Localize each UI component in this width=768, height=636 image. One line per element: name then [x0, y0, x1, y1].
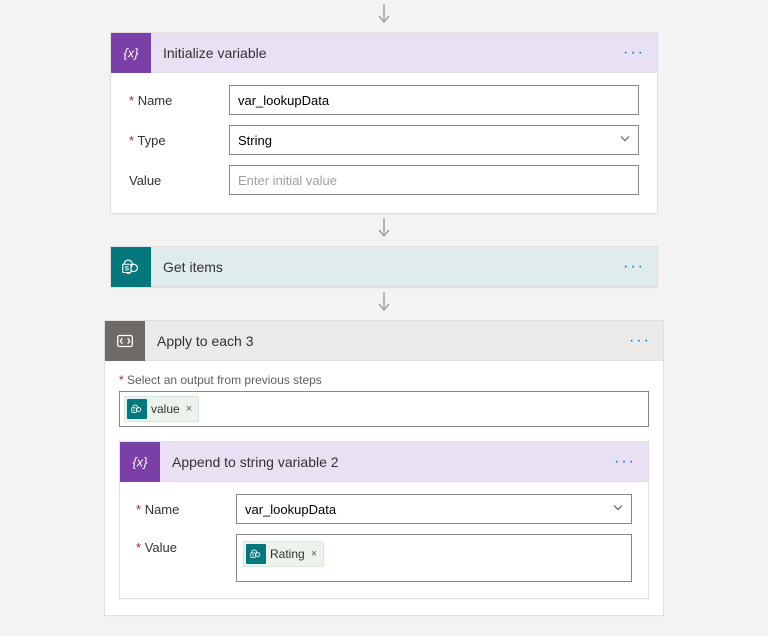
step-body: * Select an output from previous steps S… — [105, 361, 663, 615]
token-label: value — [151, 402, 180, 416]
step-menu-button[interactable]: ··· — [611, 259, 657, 275]
select-output-label: * Select an output from previous steps — [119, 373, 649, 387]
sharepoint-icon: S — [127, 399, 147, 419]
field-row-value: Value — [129, 165, 639, 195]
step-get-items[interactable]: S Get items ··· — [110, 246, 658, 288]
step-apply-to-each[interactable]: Apply to each 3 ··· * Select an output f… — [104, 320, 664, 616]
token-remove-button[interactable]: × — [309, 548, 319, 560]
step-header[interactable]: Apply to each 3 ··· — [105, 321, 663, 361]
dynamic-content-token[interactable]: S Rating × — [243, 541, 324, 567]
name-input[interactable] — [229, 85, 639, 115]
token-remove-button[interactable]: × — [184, 403, 194, 415]
field-row-name: * Name — [136, 494, 632, 524]
step-header[interactable]: {x} Append to string variable 2 ··· — [120, 442, 648, 482]
step-body: * Name * Type Value — [111, 73, 657, 213]
field-row-type: * Type — [129, 125, 639, 155]
field-label: Value — [129, 173, 229, 188]
step-title: Append to string variable 2 — [160, 454, 602, 470]
step-body: * Name * Value S — [120, 482, 648, 598]
flow-canvas: {x} Initialize variable ··· * Name * Typ… — [0, 0, 768, 636]
dynamic-content-token[interactable]: S value × — [124, 396, 199, 422]
variable-icon: {x} — [111, 33, 151, 73]
name-select[interactable] — [236, 494, 632, 524]
value-input[interactable] — [229, 165, 639, 195]
field-label: * Type — [129, 133, 229, 148]
variable-icon: {x} — [120, 442, 160, 482]
step-title: Get items — [151, 259, 611, 275]
svg-text:{x}: {x} — [133, 454, 149, 469]
field-label: * Value — [136, 534, 236, 555]
sharepoint-icon: S — [246, 544, 266, 564]
field-label: * Name — [136, 502, 236, 517]
select-output-input[interactable]: S value × — [119, 391, 649, 427]
step-initialize-variable[interactable]: {x} Initialize variable ··· * Name * Typ… — [110, 32, 658, 214]
step-append-to-string-variable[interactable]: {x} Append to string variable 2 ··· * Na… — [119, 441, 649, 599]
connector-arrow — [375, 218, 393, 242]
step-title: Initialize variable — [151, 45, 611, 61]
sharepoint-icon: S — [111, 247, 151, 287]
step-menu-button[interactable]: ··· — [617, 333, 663, 349]
svg-text:S: S — [125, 265, 130, 272]
step-menu-button[interactable]: ··· — [602, 454, 648, 470]
step-title: Apply to each 3 — [145, 333, 617, 349]
field-row-name: * Name — [129, 85, 639, 115]
step-header[interactable]: S Get items ··· — [111, 247, 657, 287]
step-menu-button[interactable]: ··· — [611, 45, 657, 61]
value-input[interactable]: S Rating × — [236, 534, 632, 582]
connector-arrow — [375, 4, 393, 28]
field-label: * Name — [129, 93, 229, 108]
loop-icon — [105, 321, 145, 361]
step-header[interactable]: {x} Initialize variable ··· — [111, 33, 657, 73]
token-label: Rating — [270, 547, 305, 561]
type-select[interactable] — [229, 125, 639, 155]
field-row-value: * Value S Rating × — [136, 534, 632, 582]
connector-arrow — [375, 292, 393, 316]
svg-text:{x}: {x} — [124, 45, 140, 60]
